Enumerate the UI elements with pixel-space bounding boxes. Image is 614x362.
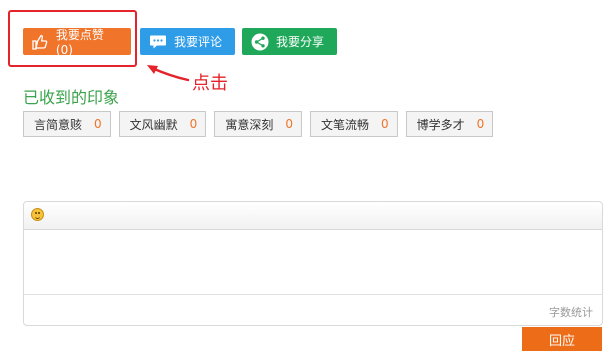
tag-count: 0 xyxy=(285,117,293,131)
share-label: 我要分享 xyxy=(276,35,325,49)
impression-tag[interactable]: 文笔流畅 0 xyxy=(309,111,398,137)
impression-tag[interactable]: 寓意深刻 0 xyxy=(214,111,302,137)
tag-count: 0 xyxy=(476,117,485,131)
impressions-title: 已收到的印象 xyxy=(23,88,120,107)
tag-label: 寓意深刻 xyxy=(225,117,274,132)
impression-tag-list: 言简意赅 0 文风幽默 0 寓意深刻 0 文笔流畅 0 博学多才 0 xyxy=(23,111,501,137)
tag-count: 0 xyxy=(189,117,198,131)
click-annotation: 点击 xyxy=(192,73,228,94)
reply-button[interactable]: 回应 xyxy=(522,327,602,351)
editor-footer: 字数统计 xyxy=(24,294,602,326)
speech-bubble-icon xyxy=(148,32,168,52)
editor-toolbar xyxy=(24,202,602,230)
impression-tag[interactable]: 博学多才 0 xyxy=(405,111,494,137)
comment-textarea[interactable] xyxy=(24,230,602,294)
comment-button[interactable]: 我要评论 xyxy=(140,28,235,55)
tag-label: 言简意赅 xyxy=(34,117,83,132)
smiley-icon[interactable] xyxy=(31,208,44,221)
like-highlight-box xyxy=(8,10,137,67)
share-icon xyxy=(250,32,270,52)
tag-label: 博学多才 xyxy=(416,117,465,132)
comment-editor: 字数统计 xyxy=(23,201,603,326)
word-count-label: 字数统计 xyxy=(549,306,593,319)
tag-label: 文风幽默 xyxy=(129,117,178,132)
tag-label: 文笔流畅 xyxy=(320,117,369,132)
impression-tag[interactable]: 文风幽默 0 xyxy=(118,111,207,137)
impression-tag[interactable]: 言简意赅 0 xyxy=(23,111,111,137)
pointer-arrow-icon xyxy=(147,65,190,82)
comment-label: 我要评论 xyxy=(174,35,223,49)
tag-count: 0 xyxy=(380,117,389,131)
tag-count: 0 xyxy=(94,117,102,131)
share-button[interactable]: 我要分享 xyxy=(242,28,337,55)
